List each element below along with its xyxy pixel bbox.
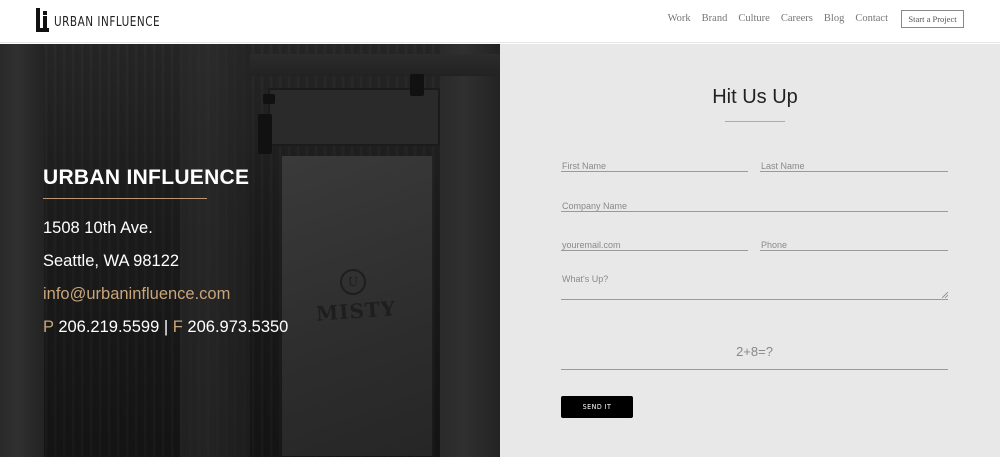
gold-divider bbox=[725, 121, 785, 122]
company-name-field[interactable] bbox=[561, 196, 948, 212]
logo[interactable]: URBAN INFLUENCE bbox=[36, 8, 177, 32]
email-input[interactable] bbox=[561, 240, 748, 250]
address-line-1: 1508 10th Ave. bbox=[43, 219, 153, 237]
hinge-icon bbox=[263, 94, 275, 104]
wood-beam bbox=[250, 54, 500, 76]
company-name-input[interactable] bbox=[561, 201, 948, 211]
contact-block: URBAN INFLUENCE 1508 10th Ave. Seattle, … bbox=[43, 166, 288, 336]
message-field[interactable] bbox=[561, 274, 948, 300]
captcha-question: 2+8=? bbox=[736, 344, 773, 359]
door-frame bbox=[268, 88, 440, 146]
fax-prefix: F bbox=[172, 318, 183, 336]
misty-monogram: U bbox=[340, 269, 366, 295]
nav-brand[interactable]: Brand bbox=[702, 13, 728, 24]
start-project-button[interactable]: Start a Project bbox=[901, 10, 964, 28]
nav-careers[interactable]: Careers bbox=[781, 13, 813, 24]
wood-plank bbox=[440, 44, 500, 457]
last-name-input[interactable] bbox=[760, 161, 948, 171]
email-field[interactable] bbox=[561, 235, 748, 251]
address-line-2: Seattle, WA 98122 bbox=[43, 252, 180, 270]
site-header: URBAN INFLUENCE Work Brand Culture Caree… bbox=[0, 0, 1000, 43]
nav-contact[interactable]: Contact bbox=[855, 13, 888, 24]
company-name: URBAN INFLUENCE bbox=[43, 166, 250, 189]
logo-text: URBAN INFLUENCE bbox=[54, 14, 161, 30]
nav-culture[interactable]: Culture bbox=[738, 13, 770, 24]
main-nav: Work Brand Culture Careers Blog Contact bbox=[657, 13, 888, 24]
nav-work[interactable]: Work bbox=[668, 13, 691, 24]
last-name-field[interactable] bbox=[760, 156, 948, 172]
resize-handle-icon[interactable] bbox=[942, 292, 948, 298]
wood-plank bbox=[180, 44, 250, 457]
send-button[interactable]: SEND IT bbox=[561, 396, 633, 418]
gold-divider bbox=[43, 198, 207, 199]
misty-sign: U MISTY bbox=[312, 269, 402, 339]
phone-field[interactable] bbox=[760, 235, 948, 251]
hinge-icon bbox=[410, 74, 424, 96]
email-link[interactable]: info@urbaninfluence.com bbox=[43, 285, 230, 304]
logo-mark-icon bbox=[36, 8, 49, 32]
first-name-field[interactable] bbox=[561, 156, 748, 172]
phone-fax-line: P 206.219.5599 | F 206.973.5350 bbox=[43, 318, 288, 337]
contact-form-panel: Hit Us Up 2+8=? SEND IT bbox=[500, 44, 1000, 457]
form-title: Hit Us Up bbox=[712, 86, 798, 108]
contact-info-panel: U MISTY URBAN INFLUENCE 1508 10th Ave. S… bbox=[0, 44, 500, 457]
separator: | bbox=[163, 318, 169, 336]
phone-prefix: P bbox=[43, 318, 54, 336]
wood-plank bbox=[0, 44, 44, 457]
phone-input[interactable] bbox=[760, 240, 948, 250]
message-textarea[interactable] bbox=[561, 274, 948, 298]
misty-text: MISTY bbox=[315, 296, 397, 326]
fax-number: 206.973.5350 bbox=[187, 318, 289, 336]
first-name-input[interactable] bbox=[561, 161, 748, 171]
hinge-icon bbox=[258, 114, 272, 154]
phone-number[interactable]: 206.219.5599 bbox=[58, 318, 159, 336]
captcha-field[interactable]: 2+8=? bbox=[561, 334, 948, 370]
nav-blog[interactable]: Blog bbox=[824, 13, 844, 24]
